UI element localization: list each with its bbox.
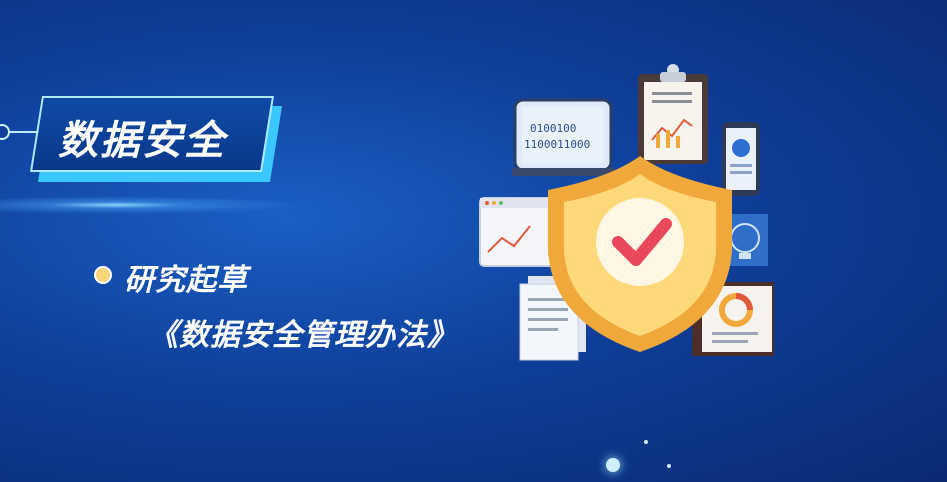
page-title: 数据安全 [58, 118, 226, 164]
monitor-icon: 0100100 1100011000 [512, 98, 614, 176]
clipboard-icon [638, 64, 708, 164]
security-illustration: 0100100 1100011000 [479, 64, 774, 361]
binary-line-2: 1100011000 [524, 138, 590, 151]
phone-icon [722, 122, 760, 196]
connector-dot [0, 124, 10, 140]
title-panel: 数据安全 [29, 96, 283, 182]
sparkle [644, 440, 648, 444]
sparkle [606, 458, 620, 472]
subtitle-line-2: 《数据安全管理办法》 [148, 318, 458, 353]
banner: 数据安全 研究起草 《数据安全管理办法》 0100100 1100011000 [0, 0, 947, 482]
binary-line-1: 0100100 [530, 122, 576, 135]
bullet-dot [94, 266, 112, 284]
sparkle [667, 464, 671, 468]
light-beam [0, 196, 300, 214]
subtitle-line-1: 研究起草 [124, 263, 248, 298]
